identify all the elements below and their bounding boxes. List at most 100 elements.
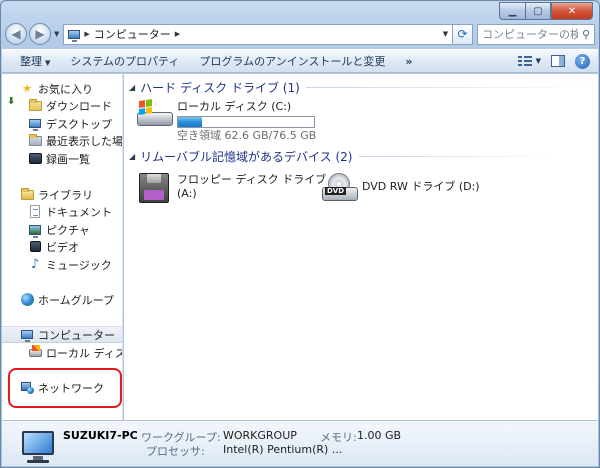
refresh-button[interactable]: ⟳ — [453, 23, 473, 45]
command-bar: 整理 ▼ システムのプロパティ プログラムのアンインストールと変更 » ▼ ? — [2, 49, 598, 73]
group-divider — [305, 86, 596, 88]
preview-pane-icon — [551, 55, 565, 67]
views-icon — [517, 55, 532, 67]
search-placeholder: コンピューターの検索 — [482, 28, 578, 41]
close-button[interactable]: ✕ — [551, 2, 593, 20]
organize-menu[interactable]: 整理 ▼ — [10, 53, 60, 69]
chevron-down-icon: ▼ — [45, 59, 51, 67]
nav-item-recorded-tv[interactable]: 録画一覧 — [2, 150, 122, 167]
preview-pane-button[interactable] — [551, 55, 565, 67]
nav-label: ホームグループ — [38, 293, 115, 307]
collapse-triangle-icon[interactable]: ◢ — [129, 83, 135, 92]
maximize-button[interactable]: ▢ — [525, 2, 551, 20]
address-history-dropdown[interactable]: ▼ — [438, 30, 452, 38]
nav-libraries[interactable]: ライブラリ — [2, 186, 122, 203]
drive-free-space: 空き領域 62.6 GB/76.5 GB — [177, 129, 317, 142]
network-highlight-annotation — [8, 368, 122, 408]
drive-local-disk-c[interactable]: ローカル ディスク (C:) 空き領域 62.6 GB/76.5 GB — [137, 99, 317, 143]
nav-item-videos[interactable]: ビデオ — [2, 238, 122, 255]
hard-disk-icon — [137, 99, 173, 132]
recorded-tv-icon — [28, 152, 42, 166]
nav-label: ピクチャ — [46, 223, 90, 237]
dvd-badge: DVD — [325, 187, 347, 195]
drive-name-line2: (A:) — [177, 187, 197, 200]
nav-homegroup[interactable]: ホームグループ — [2, 291, 122, 308]
breadcrumb-computer[interactable]: コンピューター — [94, 26, 171, 42]
drive-name-line1: フロッピー ディスク ドライブ — [177, 173, 327, 186]
floppy-drive-icon — [137, 173, 173, 205]
disk-usage-bar — [177, 116, 315, 128]
computer-icon — [68, 29, 81, 42]
search-icon[interactable]: ⚲ — [578, 28, 594, 41]
group-header-removable[interactable]: ◢ リムーバブル記憶域があるデバイス (2) — [129, 147, 559, 165]
more-commands-button[interactable]: » — [395, 55, 421, 68]
content-pane: ◢ ハード ディスク ドライブ (1) ローカル ディスク (C:) 空き領域 … — [124, 74, 598, 420]
group-title: ハード ディスク ドライブ (1) — [140, 80, 300, 95]
command-bar-tools: ▼ ? — [508, 53, 598, 69]
nav-label: ミュージック — [46, 258, 112, 272]
nav-label: ライブラリ — [38, 188, 93, 202]
nav-item-pictures[interactable]: ピクチャ — [2, 221, 122, 238]
star-icon: ★ — [22, 82, 32, 95]
drive-name: ローカル ディスク (C:) — [177, 100, 292, 113]
disk-usage-fill — [178, 117, 203, 127]
address-bar[interactable]: ▶ コンピューター ▶ ▼ — [63, 23, 453, 45]
system-properties-button[interactable]: システムのプロパティ — [60, 53, 189, 69]
recent-pages-dropdown[interactable]: ▼ — [54, 30, 59, 38]
explorer-window: ▁ ▢ ✕ ◀ ▶ ▼ ▶ コンピューター ▶ ▼ ⟳ コンピューターの検索 ⚲… — [0, 0, 600, 468]
back-arrow-icon: ◀ — [11, 27, 21, 41]
help-icon: ? — [575, 53, 590, 69]
back-button[interactable]: ◀ — [5, 23, 27, 45]
collapse-triangle-icon[interactable]: ◢ — [129, 152, 135, 161]
nav-item-downloads[interactable]: ⬇ ダウンロード — [2, 97, 122, 114]
pictures-icon — [28, 223, 42, 238]
download-folder-icon: ⬇ — [7, 97, 42, 113]
search-input[interactable]: コンピューターの検索 ⚲ — [477, 23, 595, 45]
drive-floppy-a[interactable]: フロッピー ディスク ドライブ (A:) — [137, 173, 326, 205]
nav-item-documents[interactable]: ドキュメント — [2, 203, 122, 220]
nav-label: 最近表示した場所 — [46, 134, 123, 148]
nav-item-local-disk-c[interactable]: ローカル ディスク (C:) — [2, 344, 122, 361]
processor-value: Intel(R) Pentium(R) ... — [223, 443, 343, 456]
drive-dvd-rw-d[interactable]: DVD DVD RW ドライブ (D:) — [322, 173, 480, 205]
documents-icon — [28, 205, 42, 219]
nav-item-music[interactable]: ♪ ミュージック — [2, 256, 122, 273]
homegroup-icon — [20, 293, 34, 307]
minimize-button[interactable]: ▁ — [499, 2, 525, 20]
forward-arrow-icon: ▶ — [35, 27, 45, 41]
help-button[interactable]: ? — [575, 53, 590, 69]
nav-computer[interactable]: コンピューター — [2, 326, 122, 343]
details-pane: SUZUKI7-PC ワークグループ: WORKGROUP メモリ: 1.00 … — [2, 420, 598, 466]
nav-label: ドキュメント — [46, 205, 112, 219]
caption-buttons: ▁ ▢ ✕ — [499, 2, 593, 20]
dvd-drive-icon: DVD — [322, 173, 358, 205]
forward-button[interactable]: ▶ — [29, 23, 51, 45]
nav-label: お気に入り — [38, 82, 93, 96]
breadcrumb-separator-icon[interactable]: ▶ — [175, 30, 180, 38]
chevron-down-icon: ▼ — [535, 57, 541, 65]
computer-name: SUZUKI7-PC — [63, 429, 138, 442]
change-view-button[interactable]: ▼ — [517, 55, 541, 67]
group-header-hard-disks[interactable]: ◢ ハード ディスク ドライブ (1) — [129, 78, 596, 96]
group-divider — [358, 155, 559, 157]
organize-label: 整理 — [20, 55, 42, 68]
group-title: リムーバブル記憶域があるデバイス (2) — [140, 149, 353, 164]
workgroup-value: WORKGROUP — [223, 429, 297, 442]
nav-label: ビデオ — [46, 240, 79, 254]
navigation-pane: ★ お気に入り ⬇ ダウンロード デスクトップ 最近表示した場所 録画一覧 ライブラ… — [2, 74, 123, 420]
desktop-icon — [28, 117, 42, 131]
local-disk-icon — [28, 344, 42, 360]
nav-label: コンピューター — [38, 328, 115, 342]
drive-name: DVD RW ドライブ (D:) — [362, 180, 480, 193]
uninstall-programs-button[interactable]: プログラムのアンインストールと変更 — [189, 53, 395, 69]
processor-label: プロセッサ: — [146, 445, 205, 458]
memory-value: 1.00 GB — [357, 429, 402, 442]
nav-label: デスクトップ — [46, 117, 112, 131]
library-icon — [20, 187, 34, 202]
address-row: ◀ ▶ ▼ ▶ コンピューター ▶ ▼ ⟳ コンピューターの検索 ⚲ — [5, 23, 595, 45]
nav-item-desktop[interactable]: デスクトップ — [2, 115, 122, 132]
nav-favorites[interactable]: ★ お気に入り — [2, 80, 122, 97]
nav-item-recent-places[interactable]: 最近表示した場所 — [2, 132, 123, 149]
breadcrumb-separator-icon[interactable]: ▶ — [84, 30, 89, 38]
recent-places-icon — [28, 133, 42, 148]
